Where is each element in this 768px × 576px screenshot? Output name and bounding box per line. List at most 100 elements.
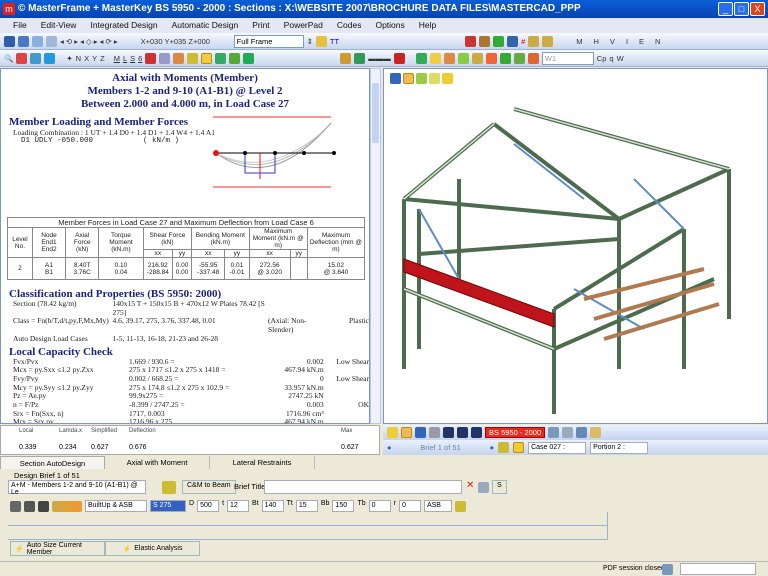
design-icon[interactable] [498, 442, 509, 453]
design-icon[interactable] [162, 481, 176, 494]
menu-file[interactable]: File [6, 18, 34, 33]
l-load-button[interactable]: L [123, 54, 127, 63]
design-icon[interactable] [187, 53, 198, 64]
3d-model-view[interactable] [383, 68, 768, 424]
axis-z-button[interactable]: Z [100, 54, 105, 63]
menu-powerpad[interactable]: PowerPad [277, 18, 330, 33]
q-button[interactable]: q [609, 54, 613, 63]
design-icon[interactable] [455, 501, 466, 512]
h-button[interactable]: H [594, 37, 599, 46]
param-input-t[interactable]: 12 [227, 500, 249, 512]
elastic-analysis-button[interactable]: ⚡Elastic Analysis [105, 541, 200, 556]
param-input-bt[interactable]: 140 [262, 500, 284, 512]
brief-select[interactable]: A+M - Members 1-2 and 9-10 (A1-B1) @ Le [8, 480, 146, 494]
cube-icon[interactable] [18, 36, 29, 47]
tab-section-autodesign[interactable]: Section AutoDesign [0, 456, 105, 469]
code-badge[interactable]: BS 5950 - 2000 [485, 427, 545, 438]
level-icon[interactable] [542, 36, 553, 47]
u-icon[interactable] [443, 427, 454, 438]
save-icon[interactable] [390, 73, 401, 84]
menu-automatic-design[interactable]: Automatic Design [165, 18, 246, 33]
selected-member[interactable] [404, 259, 554, 327]
grade-select[interactable]: S 275 [150, 500, 186, 512]
frame-icon[interactable] [44, 53, 55, 64]
prev-icon[interactable]: ● [387, 443, 392, 452]
member-icon[interactable] [429, 427, 440, 438]
param-input-d[interactable]: 500 [197, 500, 219, 512]
chart-icon[interactable] [479, 36, 490, 47]
w-button[interactable]: W [617, 54, 624, 63]
palette-icon[interactable] [354, 53, 365, 64]
chart-icon[interactable] [173, 53, 184, 64]
copy-icon[interactable] [562, 427, 573, 438]
view-icon[interactable] [444, 53, 455, 64]
param-input-bb[interactable]: 150 [332, 500, 354, 512]
lightning-f-icon[interactable] [415, 427, 426, 438]
maximize-button[interactable]: □ [734, 2, 749, 16]
network-icon[interactable] [493, 36, 504, 47]
view-icon[interactable] [458, 53, 469, 64]
select-icon[interactable] [403, 73, 414, 84]
3d-icon[interactable] [229, 53, 240, 64]
brief-title-input[interactable] [264, 480, 462, 494]
menu-options[interactable]: Options [368, 18, 411, 33]
menu-print[interactable]: Print [245, 18, 276, 33]
spin-icon[interactable]: ⇕ [307, 37, 313, 46]
view-icon[interactable] [416, 53, 427, 64]
print-icon[interactable] [548, 427, 559, 438]
tool-icon[interactable] [145, 53, 156, 64]
view-icon[interactable] [472, 53, 483, 64]
s-load-button[interactable]: S [130, 54, 135, 63]
grid-icon[interactable]: # [521, 37, 525, 46]
3d-icon[interactable] [215, 53, 226, 64]
menu-integrated-design[interactable]: Integrated Design [83, 18, 164, 33]
cp-button[interactable]: Cp [597, 54, 607, 63]
grid-icon[interactable] [401, 427, 412, 438]
s-button[interactable]: S [492, 480, 507, 494]
node-icon[interactable]: ✦ [66, 54, 72, 63]
axis-x-button[interactable]: X [84, 54, 89, 63]
cube-icon[interactable] [32, 36, 43, 47]
folder-icon[interactable] [316, 36, 327, 47]
lightning-icon[interactable] [513, 442, 524, 453]
view-icon[interactable] [500, 53, 511, 64]
menu-codes[interactable]: Codes [330, 18, 369, 33]
portion-select[interactable]: Portion 2 : [590, 442, 648, 454]
frame-icon[interactable] [16, 53, 27, 64]
copy-icon[interactable] [478, 482, 489, 493]
report-scrollbar[interactable] [370, 68, 381, 424]
level-icon[interactable] [528, 36, 539, 47]
view-select[interactable]: Full Frame [234, 35, 304, 48]
i-button[interactable]: I [626, 37, 628, 46]
frame-icon[interactable] [30, 53, 41, 64]
color-icon[interactable] [394, 53, 405, 64]
t-section-icon[interactable] [38, 501, 49, 512]
axis-n-button[interactable]: N [76, 54, 81, 63]
zoom-icon[interactable]: 🔍 [4, 54, 13, 63]
menu-help[interactable]: Help [412, 18, 443, 33]
link-icon[interactable] [507, 36, 518, 47]
menu-edit-view[interactable]: Edit-View [34, 18, 84, 33]
cube-icon[interactable] [46, 36, 57, 47]
tab-lateral-restraints[interactable]: Lateral Restraints [210, 456, 315, 469]
render-icon[interactable] [340, 53, 351, 64]
grid-icon[interactable] [159, 53, 170, 64]
load-select[interactable]: W1 [542, 52, 594, 65]
tab-axial-with-moment[interactable]: Axial with Moment [105, 456, 210, 469]
rotate-icon[interactable]: ◂ ⟲ ▸ ◂ ◇ ▸ ◂ ⟳ ▸ [60, 37, 118, 46]
view-icon[interactable] [486, 53, 497, 64]
minimize-button[interactable]: _ [718, 2, 733, 16]
axis-y-button[interactable]: Y [92, 54, 97, 63]
6-load-button[interactable]: 6 [138, 54, 142, 63]
view-icon[interactable] [528, 53, 539, 64]
view-icon[interactable] [514, 53, 525, 64]
close-button[interactable]: X [750, 2, 765, 16]
i-section-icon[interactable] [10, 501, 21, 512]
view-icon[interactable] [430, 53, 441, 64]
next-icon[interactable]: ● [490, 443, 495, 452]
lightning-icon[interactable] [442, 73, 453, 84]
f-icon[interactable] [471, 427, 482, 438]
line-style-icon[interactable]: ▬▬▬ [368, 54, 391, 63]
cm-to-beam-button[interactable]: C&M to Beam [182, 480, 236, 494]
close-circle-icon[interactable] [201, 53, 212, 64]
